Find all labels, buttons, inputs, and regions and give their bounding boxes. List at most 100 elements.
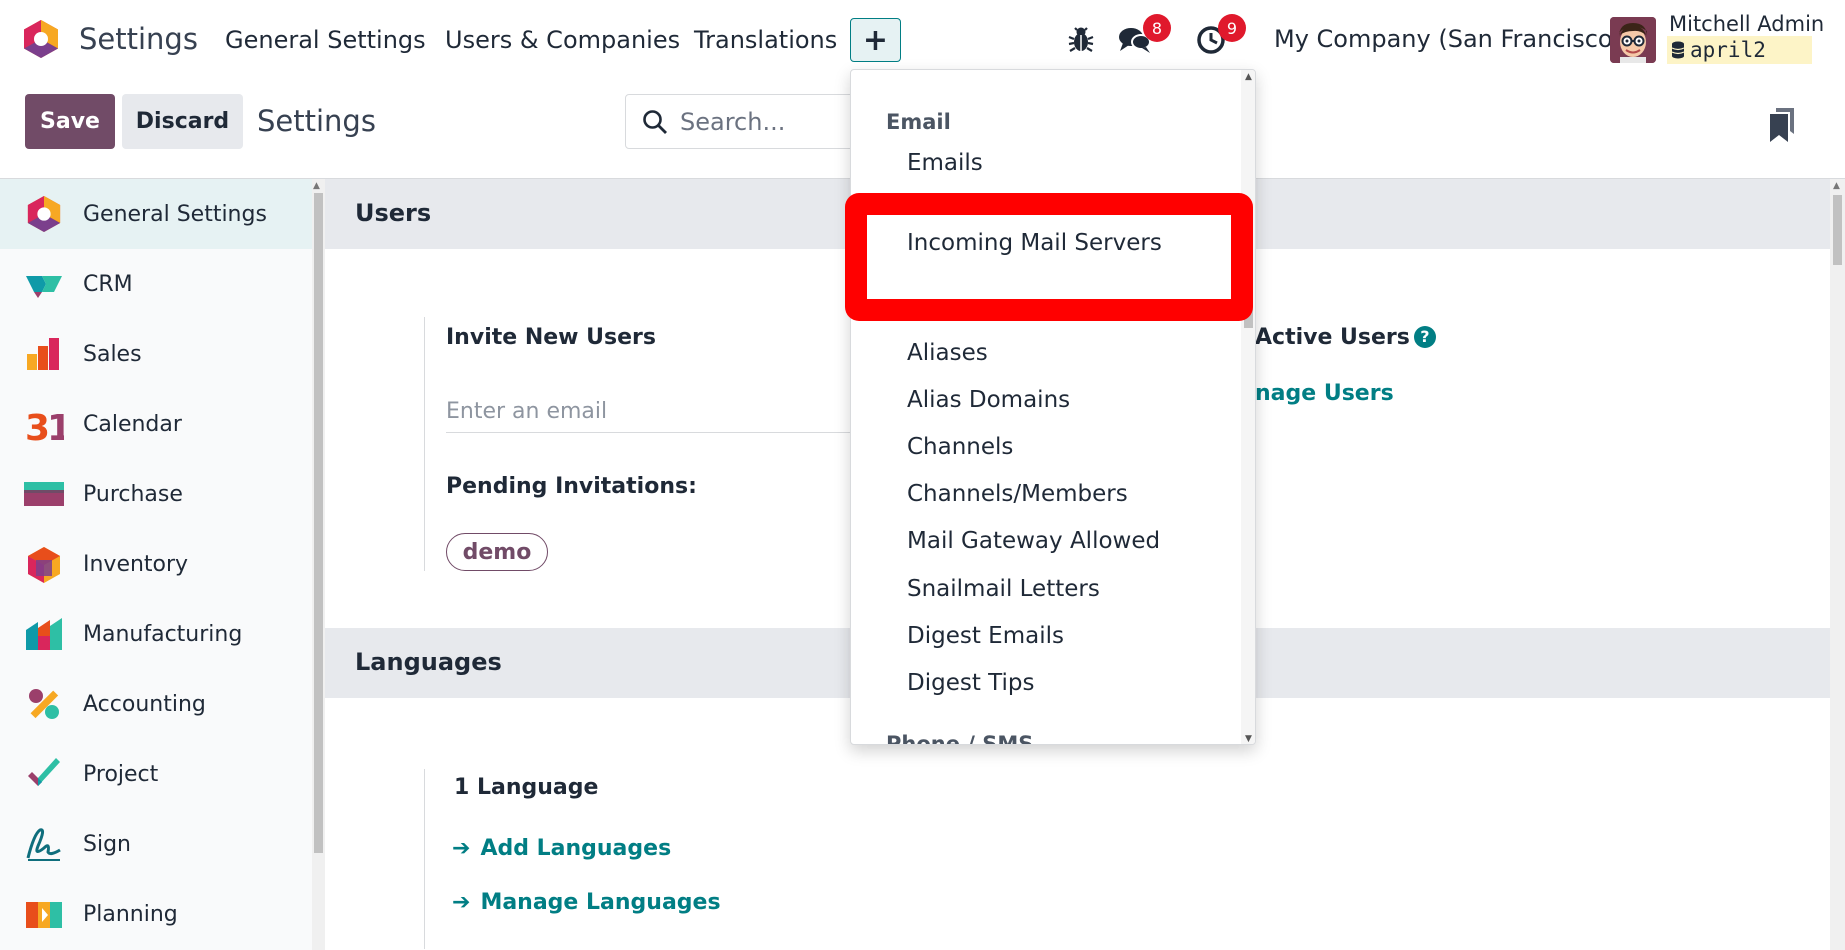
help-icon[interactable]: ?	[1413, 325, 1436, 348]
setting-divider	[424, 317, 425, 571]
sidebar-item-accounting[interactable]: Accounting	[0, 669, 312, 739]
sidebar-item-label: Project	[83, 761, 159, 787]
sidebar-item-inventory[interactable]: Inventory	[0, 529, 312, 599]
section-title: Languages	[355, 648, 502, 676]
sidebar-item-label: Purchase	[83, 481, 183, 507]
manage-languages-text: Manage Languages	[480, 890, 721, 915]
active-users-text: Active Users	[1255, 325, 1410, 350]
dropdown-item-digest-emails[interactable]: Digest Emails	[907, 623, 1064, 649]
dropdown-item-incoming-mail-servers[interactable]: Incoming Mail Servers	[907, 230, 1162, 256]
menu-users-companies[interactable]: Users & Companies	[445, 26, 680, 54]
app-title[interactable]: Settings	[79, 22, 198, 56]
add-languages-link[interactable]: ➔ Add Languages	[452, 836, 671, 861]
scroll-up-arrow-icon[interactable]: ▲	[313, 181, 320, 191]
sign-icon	[26, 828, 61, 861]
settings-app-icon[interactable]	[22, 19, 60, 59]
page-scrollbar[interactable]: ▲	[1830, 179, 1845, 950]
dropdown-item-snailmail-letters[interactable]: Snailmail Letters	[907, 576, 1100, 602]
menu-translations[interactable]: Translations	[694, 26, 837, 54]
crm-icon	[26, 276, 62, 298]
dropdown-item-digest-tips[interactable]: Digest Tips	[907, 670, 1034, 696]
sidebar-item-calendar[interactable]: 3 1 Calendar	[0, 389, 312, 459]
sidebar-item-label: Manufacturing	[83, 621, 243, 647]
scroll-up-arrow-icon[interactable]: ▲	[1245, 72, 1252, 82]
search-input[interactable]	[680, 107, 830, 136]
sidebar-item-purchase[interactable]: Purchase	[0, 459, 312, 529]
manufacturing-icon	[26, 618, 62, 650]
user-avatar[interactable]	[1610, 17, 1656, 63]
debug-bug-icon[interactable]	[1066, 23, 1096, 55]
sidebar-item-label: Sales	[83, 341, 142, 367]
sidebar-item-manufacturing[interactable]: Manufacturing	[0, 599, 312, 669]
database-name: april2	[1690, 38, 1766, 62]
sidebar-item-planning[interactable]: Planning	[0, 879, 312, 949]
svg-text:1: 1	[47, 408, 64, 444]
pending-user-badge[interactable]: demo	[446, 533, 548, 571]
invite-email-input[interactable]	[446, 399, 876, 433]
plus-icon: +	[862, 22, 889, 58]
sidebar-item-general-settings[interactable]: General Settings	[0, 179, 312, 249]
dropdown-item-channels-members[interactable]: Channels/Members	[907, 481, 1128, 507]
sidebar-item-label: Sign	[83, 831, 131, 857]
bookmarks-icon[interactable]	[1770, 108, 1794, 142]
active-users-label: Active Users?	[1255, 325, 1436, 350]
sidebar-item-project[interactable]: Project	[0, 739, 312, 809]
database-tag: april2	[1667, 36, 1812, 64]
sidebar-item-label: CRM	[83, 271, 133, 297]
sidebar-item-label: Calendar	[83, 411, 182, 437]
search-icon	[643, 109, 667, 134]
purchase-icon	[24, 482, 64, 506]
manage-users-link[interactable]: nage Users	[1255, 381, 1394, 406]
page-scroll-thumb[interactable]	[1833, 195, 1842, 265]
sidebar-item-sales[interactable]: Sales	[0, 319, 312, 389]
sidebar-scrollbar[interactable]: ▲	[312, 179, 325, 950]
setting-divider	[424, 769, 425, 949]
dropdown-item-aliases[interactable]: Aliases	[907, 340, 988, 366]
calendar-icon: 3 1	[25, 408, 64, 444]
scroll-up-arrow-icon[interactable]: ▲	[1833, 181, 1840, 191]
company-switcher[interactable]: My Company (San Francisco)	[1274, 25, 1622, 53]
page-title: Settings	[257, 104, 376, 138]
language-count: 1 Language	[454, 775, 599, 800]
save-button[interactable]: Save	[25, 94, 115, 149]
sidebar-item-sign[interactable]: Sign	[0, 809, 312, 879]
dropdown-item-channels[interactable]: Channels	[907, 434, 1013, 460]
top-navbar: Settings General Settings Users & Compan…	[0, 0, 1845, 80]
arrow-right-icon: ➔	[452, 836, 471, 861]
sidebar-item-label: General Settings	[83, 201, 267, 227]
manage-languages-link[interactable]: ➔ Manage Languages	[452, 890, 721, 915]
dropdown-section-phone-sms: Phone / SMS	[886, 732, 1034, 745]
sidebar-item-label: Planning	[83, 901, 178, 927]
invite-users-label: Invite New Users	[446, 325, 656, 350]
planning-icon	[26, 902, 62, 928]
activities-badge: 9	[1218, 14, 1246, 42]
dropdown-item-alias-domains[interactable]: Alias Domains	[907, 387, 1070, 413]
accounting-icon	[29, 689, 59, 719]
dropdown-item-mail-gateway-allowed[interactable]: Mail Gateway Allowed	[907, 528, 1160, 554]
sidebar-item-label: Inventory	[83, 551, 189, 577]
dropdown-item-emails[interactable]: Emails	[907, 150, 983, 176]
inventory-icon	[28, 547, 60, 583]
section-title: Users	[355, 199, 432, 227]
sidebar-item-crm[interactable]: CRM	[0, 249, 312, 319]
sales-icon	[27, 338, 59, 370]
dropdown-scrollbar[interactable]: ▲ ▼	[1241, 70, 1255, 744]
technical-menu-button[interactable]: +	[850, 18, 901, 62]
add-languages-text: Add Languages	[480, 836, 672, 861]
sidebar-scroll-thumb[interactable]	[314, 193, 323, 853]
settings-sidebar: General Settings CRM Sales 3 1 Calendar …	[0, 179, 312, 950]
arrow-right-icon: ➔	[452, 890, 471, 915]
pending-invitations-label: Pending Invitations:	[446, 474, 697, 499]
avatar-face-icon	[1610, 17, 1656, 63]
technical-menu-dropdown: Email Emails Incoming Mail Servers Alias…	[850, 69, 1256, 745]
dropdown-section-email: Email	[886, 110, 951, 134]
scroll-down-arrow-icon[interactable]: ▼	[1245, 734, 1252, 744]
database-icon	[1671, 41, 1685, 59]
menu-general-settings[interactable]: General Settings	[225, 26, 426, 54]
user-name[interactable]: Mitchell Admin	[1669, 12, 1824, 36]
dropdown-scroll-thumb[interactable]	[1244, 218, 1253, 328]
settings-icon	[27, 196, 61, 232]
discard-button[interactable]: Discard	[122, 94, 243, 149]
messages-badge: 8	[1143, 14, 1171, 42]
search-bar[interactable]	[625, 94, 865, 149]
